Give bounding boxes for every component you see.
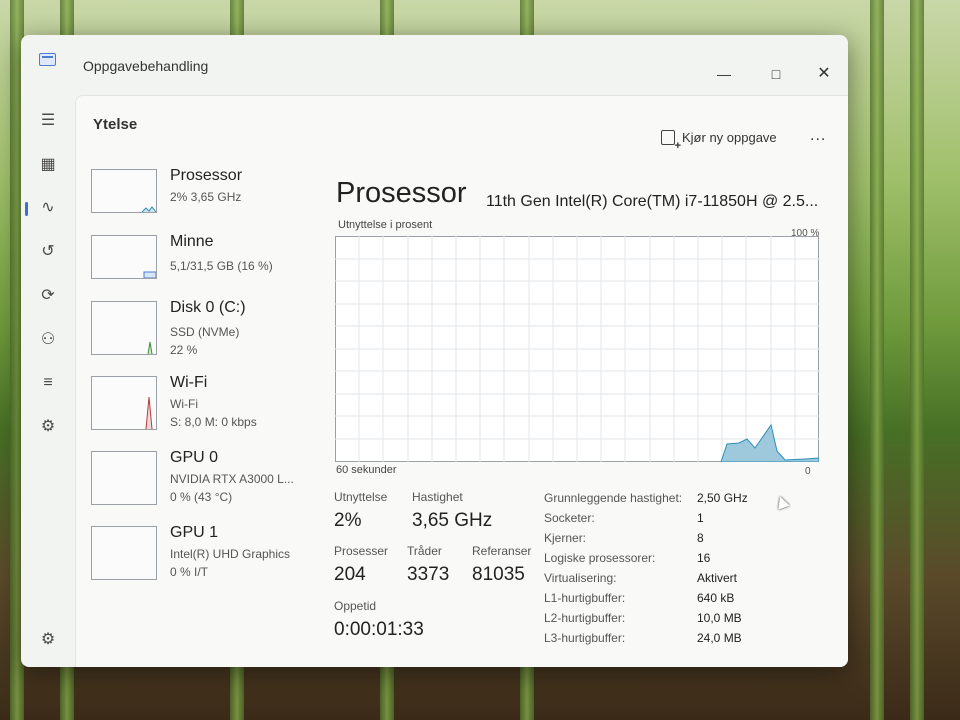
resource-detail: Wi-Fi: [170, 397, 198, 411]
uptime-value: 0:00:01:33: [334, 619, 424, 640]
resource-item-gpu1[interactable]: GPU 1 Intel(R) UHD Graphics 0 % I/T: [91, 524, 321, 584]
disk-thumbnail-graph: [91, 301, 157, 355]
spec-label: L2-hurtigbuffer:: [544, 611, 626, 625]
sidebar: ☰ ▦ ∿ ↺ ⟳ ⚇ ≡ ⚙ ⚙: [21, 95, 75, 667]
resource-name: Disk 0 (C:): [170, 299, 246, 316]
utilization-label: Utnyttelse: [334, 490, 388, 504]
spec-label: Virtualisering:: [544, 571, 617, 585]
handles-label: Referanser: [472, 544, 532, 558]
wifi-thumbnail-graph: [91, 376, 157, 430]
resource-name: GPU 0: [170, 449, 219, 466]
task-manager-app-icon: [39, 53, 56, 66]
cpu-model-name: 11th Gen Intel(R) Core(TM) i7-11850H @ 2…: [486, 193, 819, 210]
utilization-value: 2%: [334, 510, 362, 531]
resource-detail: 5,1/31,5 GB (16 %): [170, 259, 273, 273]
app-history-icon[interactable]: ↺: [34, 238, 62, 266]
spec-value: 24,0 MB: [697, 631, 742, 645]
minimize-button[interactable]: —: [709, 61, 739, 87]
resource-detail-secondary: S: 8,0 M: 0 kbps: [170, 415, 257, 429]
resource-item-gpu0[interactable]: GPU 0 NVIDIA RTX A3000 L... 0 % (43 °C): [91, 449, 321, 509]
resource-name: Wi-Fi: [170, 374, 208, 391]
speed-value: 3,65 GHz: [412, 510, 493, 531]
spec-value: Aktivert: [697, 571, 738, 585]
spec-value: 1: [697, 511, 704, 525]
resource-item-disk[interactable]: Disk 0 (C:) SSD (NVMe) 22 %: [91, 299, 321, 359]
resource-item-wifi[interactable]: Wi-Fi Wi-Fi S: 8,0 M: 0 kbps: [91, 374, 321, 434]
memory-thumbnail-graph: [91, 235, 157, 279]
cpu-utilization-graph: [335, 236, 819, 462]
spec-value: 16: [697, 551, 711, 565]
resource-detail: 2% 3,65 GHz: [170, 190, 242, 204]
graph-min-label: 0: [805, 466, 811, 477]
hamburger-icon[interactable]: ☰: [34, 107, 62, 135]
processes-label: Prosesser: [334, 544, 389, 558]
spec-label: Socketer:: [544, 511, 595, 525]
graph-label: Utnyttelse i prosent: [338, 219, 433, 231]
resource-detail-secondary: 0 % I/T: [170, 565, 209, 579]
task-manager-window: Oppgavebehandling — □ ✕ ☰ ▦ ∿ ↺ ⟳ ⚇ ≡ ⚙ …: [21, 35, 848, 667]
resource-name: GPU 1: [170, 524, 219, 541]
settings-icon[interactable]: ⚙: [34, 626, 62, 654]
details-icon[interactable]: ≡: [34, 369, 62, 397]
spec-value: 640 kB: [697, 591, 735, 605]
resource-detail: NVIDIA RTX A3000 L...: [170, 472, 294, 486]
threads-label: Tråder: [407, 544, 442, 558]
resource-item-cpu[interactable]: Prosessor 2% 3,65 GHz: [91, 167, 321, 227]
gpu1-thumbnail-graph: [91, 526, 157, 580]
cpu-thumbnail-graph: [91, 169, 157, 213]
performance-icon[interactable]: ∿: [25, 194, 62, 222]
services-icon[interactable]: ⚙: [34, 413, 62, 441]
performance-page: Ytelse Kjør ny oppgave ... Prosessor 2% …: [75, 95, 848, 667]
new-task-icon: [661, 130, 681, 151]
detail-title: Prosessor: [336, 177, 467, 209]
resource-name: Prosessor: [170, 167, 243, 184]
spec-label: Kjerner:: [544, 531, 587, 545]
maximize-button[interactable]: □: [761, 61, 791, 87]
spec-value: 2,50 GHz: [697, 491, 748, 505]
users-icon[interactable]: ⚇: [34, 326, 62, 354]
window-title: Oppgavebehandling: [83, 58, 209, 74]
close-button[interactable]: ✕: [809, 61, 839, 87]
resource-detail-secondary: 22 %: [170, 343, 198, 357]
speed-label: Hastighet: [412, 490, 463, 504]
graph-time-label: 60 sekunder: [336, 464, 397, 476]
spec-label: Logiske prosessorer:: [544, 551, 656, 565]
uptime-label: Oppetid: [334, 599, 377, 613]
mouse-cursor: [774, 494, 790, 510]
gpu0-thumbnail-graph: [91, 451, 157, 505]
processes-value: 204: [334, 564, 366, 585]
resource-name: Minne: [170, 233, 214, 250]
handles-value: 81035: [472, 564, 525, 585]
startup-apps-icon[interactable]: ⟳: [34, 282, 62, 310]
more-options-button[interactable]: ...: [810, 127, 826, 145]
resource-item-memory[interactable]: Minne 5,1/31,5 GB (16 %): [91, 233, 321, 293]
threads-value: 3373: [407, 564, 450, 585]
run-new-task-label: Kjør ny oppgave: [682, 130, 777, 145]
page-title: Ytelse: [93, 116, 138, 133]
spec-value: 8: [697, 531, 704, 545]
run-new-task-button[interactable]: Kjør ny oppgave: [661, 130, 777, 151]
spec-label: L3-hurtigbuffer:: [544, 631, 626, 645]
spec-value: 10,0 MB: [697, 611, 742, 625]
title-bar: Oppgavebehandling — □ ✕: [21, 35, 848, 95]
resource-detail: Intel(R) UHD Graphics: [170, 547, 291, 561]
resource-detail-secondary: 0 % (43 °C): [170, 490, 233, 504]
spec-label: Grunnleggende hastighet:: [544, 491, 683, 505]
resource-detail: SSD (NVMe): [170, 325, 240, 339]
processes-icon[interactable]: ▦: [34, 151, 62, 179]
spec-label: L1-hurtigbuffer:: [544, 591, 626, 605]
